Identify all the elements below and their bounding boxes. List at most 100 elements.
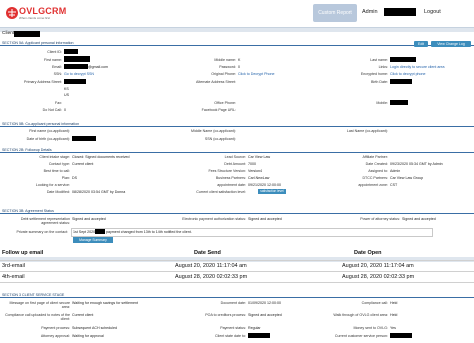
- date-open-cell: August 20, 2020 11:17:04 am: [342, 263, 414, 269]
- dtcc-partners-value: Car View Law Group: [390, 176, 424, 180]
- primary-address-label: Primary Address Street:: [24, 80, 62, 84]
- affiliate-partner-label: Affiliate Partner:: [362, 155, 388, 159]
- section-5b-title: SECTION 5B: Co-applicant personal inform…: [2, 122, 80, 126]
- decrypt-home-phone-link[interactable]: Click to decrypt phone: [390, 72, 426, 76]
- custom-report-button[interactable]: Custom Report: [313, 4, 357, 22]
- middle-name-value: K: [238, 58, 241, 62]
- satisfaction-level-button[interactable]: satisfaction level: [258, 189, 286, 194]
- birth-date-label: Birth Date:: [371, 80, 388, 84]
- compliance-call-label: Compliance call:: [361, 301, 388, 305]
- do-not-call-label: Do Not Call:: [42, 108, 62, 112]
- view-change-log-button[interactable]: View Change Log: [431, 41, 471, 47]
- date-send-cell: August 20, 2020 11:17:04 am: [175, 263, 247, 269]
- co-dob-label: Date of birth (co-applicant):: [26, 137, 70, 141]
- debt-settlement-value: Signed and accepted: [72, 217, 106, 221]
- decrypt-phone-link[interactable]: Click to Decrypt Phone: [238, 72, 275, 76]
- contact-type-label: Contact type:: [48, 162, 70, 166]
- satisfaction-label: Current client satisfaction level:: [196, 190, 246, 194]
- secure-area-login-link[interactable]: Login directly to secure client area: [390, 65, 445, 69]
- redacted-mobile: [390, 100, 408, 105]
- contact-type-value: Current client: [72, 162, 94, 166]
- private-summary-date: 1st Sept 2020: [73, 230, 96, 234]
- electronic-payment-label: Electronic payment authorization status:: [182, 217, 246, 221]
- client-label: Client: [2, 31, 15, 36]
- private-summary-text: payment changed from 13th to 14th notifi…: [106, 230, 192, 234]
- assigned-to-value: Admin: [390, 169, 401, 173]
- redacted-client-id: [64, 49, 78, 54]
- section-2b-header: SECTION 2B: Followup Details: [0, 147, 474, 153]
- facebook-url-label: Facebook Page URL:: [201, 108, 236, 112]
- admin-label: Admin: [362, 9, 378, 15]
- section-3b-header: SECTION 3B: Agreement Status: [0, 208, 474, 214]
- intake-stage-value: Closed: Signed documents received: [72, 155, 130, 159]
- logout-link[interactable]: Logout: [424, 8, 446, 17]
- section-5b-header: SECTION 5B: Co-applicant personal inform…: [0, 121, 474, 127]
- alternate-address-label: Alternate Address Street:: [196, 80, 236, 84]
- attorney-approval-label: Attorney approval:: [40, 334, 70, 338]
- power-of-attorney-value: Signed and accepted: [402, 217, 436, 221]
- address-state: KS: [64, 87, 69, 91]
- redacted-co-dob: [72, 136, 96, 141]
- fax-label: Fax:: [55, 101, 62, 105]
- document-date-label: Document date:: [220, 301, 246, 305]
- date-open-cell: August 28, 2020 02:02:33 pm: [342, 274, 415, 280]
- office-phone-label: Office Phone:: [214, 101, 236, 105]
- logo-scales-icon: [6, 7, 18, 19]
- redacted-customer-service: [390, 333, 412, 338]
- address-country: US: [64, 93, 69, 97]
- co-middle-name-label: Middle Name (co-applicant):: [191, 129, 236, 133]
- logo-tagline: When clients come first: [19, 16, 51, 20]
- edit-button[interactable]: Edit: [414, 41, 428, 47]
- date-modified-label: Date Modified:: [46, 190, 70, 194]
- payment-process-value: Subsequent ACH scheduled: [72, 326, 117, 330]
- power-of-attorney-label: Power of attorney status:: [360, 217, 400, 221]
- top-bar: OVLGCRM When clients come first Custom R…: [0, 0, 474, 27]
- money-sent-value: Yes: [390, 326, 396, 330]
- redacted-email: [64, 64, 88, 69]
- fees-structure-value: Version4: [248, 169, 262, 173]
- appointment-date-label: appointment date:: [217, 183, 246, 187]
- middle-name-label: Middle name:: [214, 58, 236, 62]
- date-open-header: Date Open: [354, 250, 382, 256]
- co-ssn-label: SSN (co-applicant):: [204, 137, 236, 141]
- poa-creditors-value: Signed and accepted: [248, 313, 282, 317]
- section-3-title: SECTION 3 CLIENT SERVICE STAGE: [2, 293, 65, 297]
- ssn-label: SSN:: [53, 72, 62, 76]
- email-name-cell: 4th-email: [2, 274, 25, 280]
- section-3-header: SECTION 3 CLIENT SERVICE STAGE: [0, 292, 474, 298]
- email-label: Email:: [52, 65, 62, 69]
- password-label: Password:: [219, 65, 236, 69]
- date-modified-value: 08/28/2020 03:54 GMT by Donna: [72, 190, 126, 194]
- payment-status-label: Payment status:: [220, 326, 246, 330]
- poa-creditors-label: POA to creditors process:: [205, 313, 246, 317]
- co-first-name-label: First name (co-applicant):: [29, 129, 70, 133]
- walkthrough-value: Held: [390, 313, 398, 317]
- electronic-payment-value: Signed and accepted: [248, 217, 282, 221]
- attorney-approval-value: Waiting for approval: [72, 334, 104, 338]
- message-first-page-value: Waiting for enough savings for settlemen…: [72, 301, 138, 305]
- email-domain: @gmail.com: [88, 65, 109, 69]
- document-date-value: 01/09/2020 12:00:00: [248, 301, 281, 305]
- message-first-page-label: Message on first page of client secure a…: [9, 301, 70, 310]
- app-logo[interactable]: OVLGCRM When clients come first: [4, 6, 84, 22]
- payment-status-value: Regular: [248, 326, 261, 330]
- manage-summary-button[interactable]: Manage Summary: [73, 237, 113, 243]
- redacted-address: [64, 79, 86, 84]
- decrypt-ssn-link[interactable]: Go to decrypt SSN: [64, 72, 94, 76]
- client-state-date-label: Client state date to:: [215, 334, 246, 338]
- password-value: 0: [238, 65, 240, 69]
- last-name-label: Last name:: [370, 58, 388, 62]
- follow-up-email-header: Follow up email: [2, 250, 44, 256]
- table-row: 4th-email August 28, 2020 02:02:33 pm Au…: [0, 271, 474, 283]
- redacted-last-name: [390, 57, 416, 62]
- redacted-birth-date: [390, 79, 412, 84]
- client-id-label: Client ID:: [47, 50, 62, 54]
- business-partners-label: Business Partners:: [215, 176, 246, 180]
- private-summary-label: Private summary on the contact:: [16, 230, 68, 234]
- lead-source-label: Lead Source:: [224, 155, 246, 159]
- redacted-summary-name: [95, 229, 105, 234]
- plan-value: DS: [72, 176, 77, 180]
- compliance-uploaded-label: Compliance call uploaded to notes of the…: [5, 313, 70, 322]
- original-phone-label: Original Phone:: [211, 72, 236, 76]
- section-5a-header: SECTION 5A: Applicant personal informati…: [0, 40, 474, 46]
